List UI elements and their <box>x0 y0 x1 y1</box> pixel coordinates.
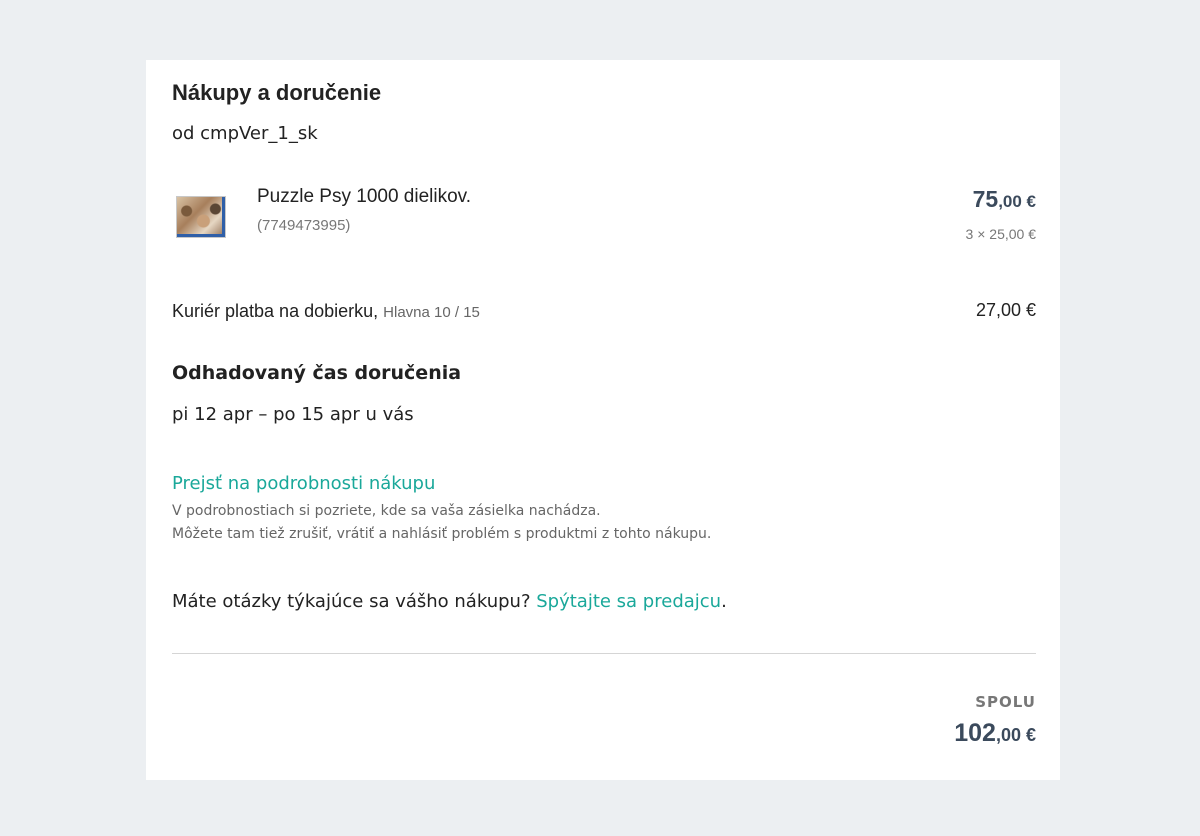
delivery-title: Odhadovaný čas doručenia <box>172 362 462 384</box>
seller-name: od cmpVer_1_sk <box>172 123 318 144</box>
details-line-1: V podrobnostiach si pozriete, kde sa vaš… <box>172 503 601 519</box>
shipping-price: 27,00 € <box>975 300 1036 320</box>
divider <box>172 653 1036 654</box>
details-line-2: Môžete tam tiež zrušiť, vrátiť a nahlási… <box>172 526 712 542</box>
shipping-method: Kuriér platba na dobierku, Hlavna 10 / 1… <box>172 301 480 322</box>
total-whole: 102 <box>954 719 996 747</box>
total-cents: ,00 € <box>995 725 1036 745</box>
product-name[interactable]: Puzzle Psy 1000 dielikov. <box>257 186 471 208</box>
shipping-method-label: Kuriér platba na dobierku, <box>172 301 379 321</box>
order-title: Nákupy a doručenie <box>172 80 382 105</box>
item-unit-price: 3 × 25,00 € <box>965 226 1036 242</box>
item-total-price: 75,00 € <box>973 186 1036 213</box>
shipping-address: Hlavna 10 / 15 <box>383 304 480 321</box>
question-suffix: . <box>721 591 727 612</box>
item-total-whole: 75 <box>972 186 999 212</box>
order-details-link[interactable]: Prejsť na podrobnosti nákupu <box>172 473 435 494</box>
ask-seller-link[interactable]: Spýtajte sa predajcu <box>536 591 721 612</box>
total-value: 102,00 € <box>954 719 1036 748</box>
seller-question: Máte otázky týkajúce sa vášho nákupu? Sp… <box>172 591 727 612</box>
item-total-cents: ,00 € <box>998 192 1036 211</box>
product-id: (7749473995) <box>257 217 351 234</box>
details-description: V podrobnostiach si pozriete, kde sa vaš… <box>172 500 711 546</box>
total-label: SPOLU <box>975 693 1036 711</box>
question-text: Máte otázky týkajúce sa vášho nákupu? <box>172 591 537 612</box>
puzzle-box-image[interactable] <box>176 196 226 238</box>
order-card: Nákupy a doručenie od cmpVer_1_sk Puzzle… <box>146 60 1060 780</box>
delivery-dates: pi 12 apr – po 15 apr u vás <box>172 404 414 425</box>
